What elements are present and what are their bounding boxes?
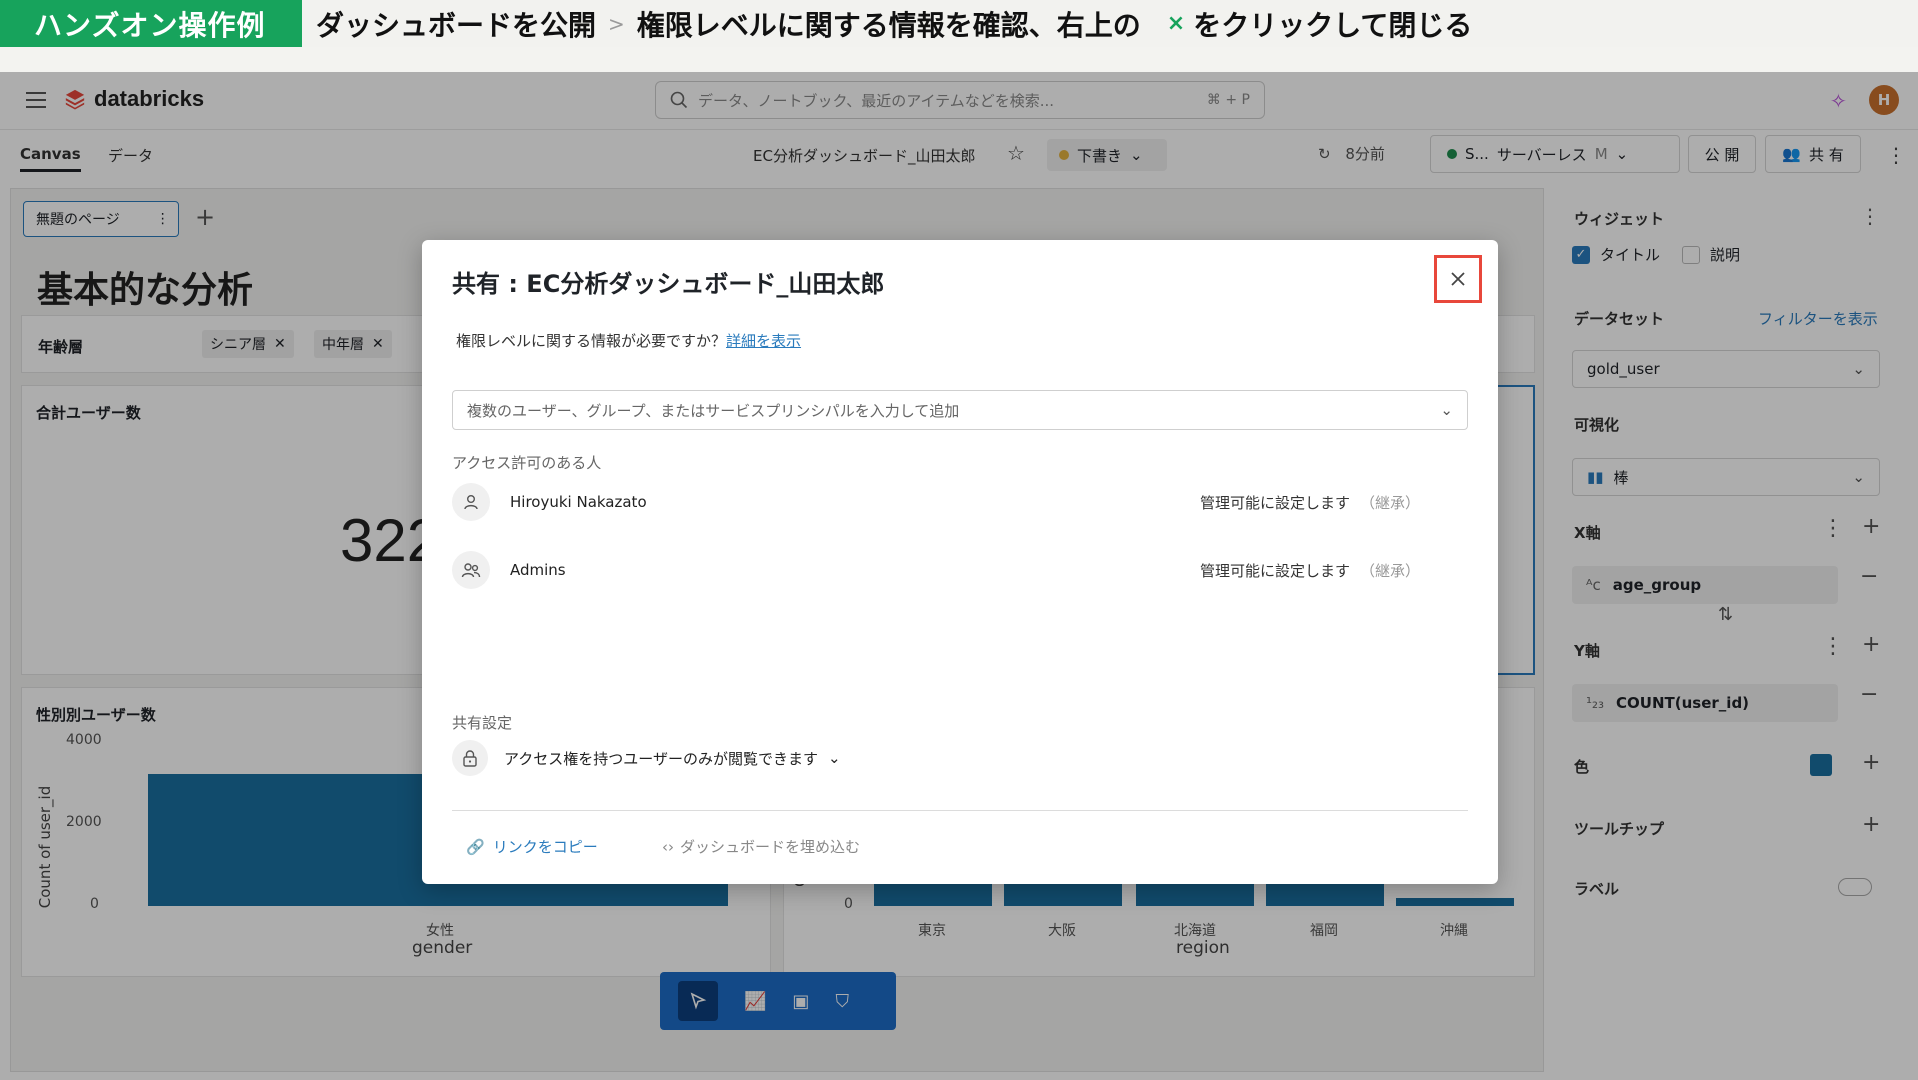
visibility-value: アクセス権を持つユーザーのみが閲覧できます	[504, 749, 818, 768]
person-name: Hiroyuki Nakazato	[510, 493, 647, 511]
permission-level: 管理可能に設定します （継承）	[1200, 492, 1420, 513]
dialog-title: 共有 : EC分析ダッシュボード_山田太郎	[452, 270, 885, 298]
footer-divider	[452, 810, 1468, 811]
info-text: 権限レベルに関する情報が必要ですか？	[456, 332, 727, 350]
embed-dashboard-button[interactable]: ‹› ダッシュボードを埋め込む	[662, 836, 860, 857]
sharing-section-label: 共有設定	[452, 714, 513, 732]
person-name: Admins	[510, 561, 566, 579]
banner-step-1: ダッシュボードを公開	[316, 8, 597, 42]
banner-separator: >	[608, 11, 625, 36]
banner-steps: ダッシュボードを公開 > 権限レベルに関する情報を確認、右上の × をクリックし…	[302, 4, 1472, 44]
copy-link-label: リンクをコピー	[492, 838, 598, 856]
link-icon: 🔗	[466, 837, 485, 856]
access-row: Hiroyuki Nakazato 管理可能に設定します （継承）	[452, 480, 1468, 524]
permission-level: 管理可能に設定します （継承）	[1200, 560, 1420, 581]
user-icon	[452, 483, 490, 521]
lock-icon	[452, 740, 488, 776]
embed-label: ダッシュボードを埋め込む	[680, 838, 861, 856]
add-people-placeholder: 複数のユーザー、グループ、またはサービスプリンシパルを入力して追加	[467, 401, 960, 420]
banner-step-3: をクリックして閉じる	[1193, 8, 1473, 42]
access-section-label: アクセス許可のある人	[452, 454, 602, 472]
details-link[interactable]: 詳細を表示	[726, 332, 801, 350]
chevron-down-icon: ⌄	[827, 749, 841, 767]
visibility-dropdown[interactable]: アクセス権を持つユーザーのみが閲覧できます ⌄	[504, 748, 841, 769]
permission-text: 管理可能に設定します	[1200, 561, 1351, 580]
close-button[interactable]	[1434, 255, 1482, 303]
close-icon	[1451, 272, 1465, 286]
access-row: Admins 管理可能に設定します （継承）	[452, 548, 1468, 592]
copy-link-button[interactable]: 🔗 リンクをコピー	[466, 836, 598, 857]
banner-step-2: 権限レベルに関する情報を確認、右上の	[636, 8, 1141, 42]
permission-info: 権限レベルに関する情報が必要ですか？詳細を表示	[456, 330, 801, 351]
chevron-down-icon[interactable]: ⌄	[1440, 401, 1453, 419]
add-people-input[interactable]: 複数のユーザー、グループ、またはサービスプリンシパルを入力して追加 ⌄	[452, 390, 1468, 430]
share-dialog: 共有 : EC分析ダッシュボード_山田太郎 権限レベルに関する情報が必要ですか？…	[422, 240, 1498, 884]
sharing-settings: アクセス権を持つユーザーのみが閲覧できます ⌄	[452, 740, 841, 776]
banner-close-symbol: ×	[1166, 11, 1186, 36]
banner-tag: ハンズオン操作例	[0, 0, 302, 47]
permission-text: 管理可能に設定します	[1200, 493, 1351, 512]
instruction-banner: ハンズオン操作例 ダッシュボードを公開 > 権限レベルに関する情報を確認、右上の…	[0, 0, 1918, 47]
code-icon: ‹›	[662, 837, 674, 856]
inherited-tag: （継承）	[1360, 561, 1421, 580]
inherited-tag: （継承）	[1360, 493, 1421, 512]
group-icon	[452, 551, 490, 589]
